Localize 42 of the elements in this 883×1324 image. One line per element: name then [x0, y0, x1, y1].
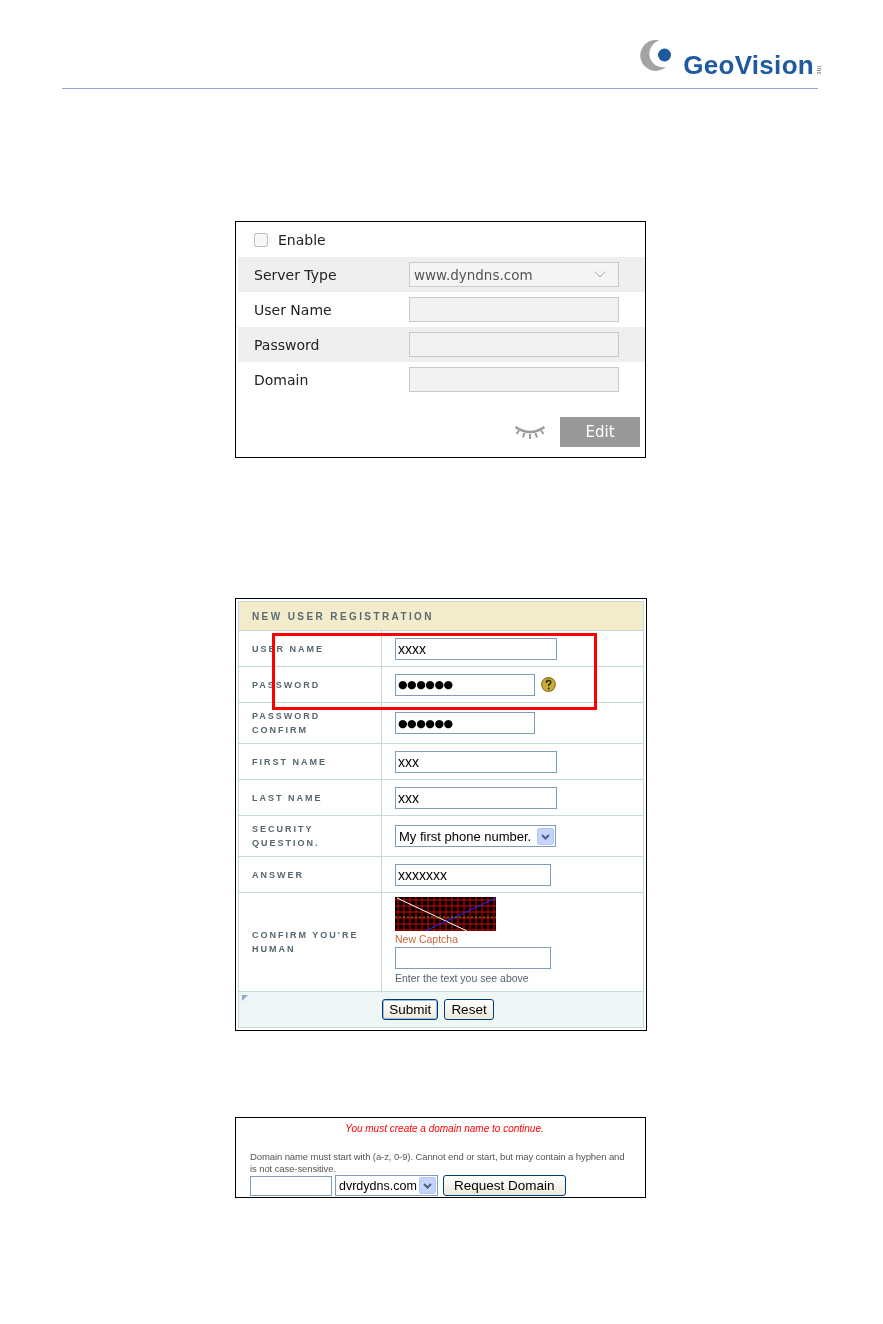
chevron-down-icon	[537, 827, 554, 845]
question-select[interactable]: My first phone number.	[395, 825, 556, 847]
dropdown-field[interactable]: www.dyndns.com	[409, 262, 619, 287]
domain-suffix-select[interactable]: dvrdydns.com	[335, 1175, 438, 1196]
request-domain-button[interactable]: Request Domain	[442, 1175, 566, 1196]
domain-name-field[interactable]	[250, 1175, 332, 1196]
input-field[interactable]	[409, 367, 619, 392]
text-field[interactable]: xxx	[395, 750, 557, 773]
input-field[interactable]	[409, 297, 619, 322]
domain-rule-text: Domain name must start with (a-z, 0-9). Cannot end or start, but may contain a hyphen and is not case-sensitive.	[250, 1151, 626, 1175]
field-label: User Name	[254, 301, 333, 318]
form-title: NEW USER REGISTRATION	[239, 602, 643, 630]
field-label: Domain	[254, 371, 310, 388]
closed-eye-icon[interactable]	[514, 424, 546, 440]
text-field[interactable]: xxxx	[395, 637, 557, 660]
help-icon[interactable]	[541, 677, 556, 692]
chevron-down-icon	[594, 271, 606, 278]
field-label: FIRST NAME	[252, 755, 327, 769]
error-message: You must create a domain name to continue.	[344, 1123, 545, 1135]
field-label: CONFIRM YOU'RE HUMAN	[252, 929, 360, 956]
input-field[interactable]	[409, 332, 619, 357]
password-field[interactable]: ●●●●●●	[395, 673, 535, 696]
form-button[interactable]: Submit	[382, 999, 439, 1020]
field-label: LAST NAME	[252, 791, 323, 805]
corner-mark-icon	[242, 995, 248, 1001]
logo-mark-icon	[638, 38, 673, 73]
form-button[interactable]: Reset	[444, 999, 494, 1020]
field-label: PASSWORD CONFIRM	[252, 710, 322, 737]
text-field[interactable]: xxx	[395, 786, 557, 809]
field-label: SECURITY QUESTION.	[252, 823, 321, 850]
captcha-hint: Enter the text you see above	[395, 971, 529, 985]
chevron-down-icon	[418, 1177, 436, 1194]
new-captcha-link[interactable]: New Captcha	[395, 933, 459, 946]
field-label: Server Type	[254, 266, 338, 283]
field-label: Password	[254, 336, 321, 353]
password-field[interactable]: ●●●●●●	[395, 712, 535, 734]
enable-checkbox[interactable]	[254, 232, 268, 247]
enable-label: Enable	[278, 231, 326, 248]
field-label: ANSWER	[252, 868, 304, 882]
text-field[interactable]: xxxxxxx	[395, 863, 551, 886]
logo-text: GeoVision	[683, 54, 814, 76]
captcha-field[interactable]	[395, 947, 551, 969]
